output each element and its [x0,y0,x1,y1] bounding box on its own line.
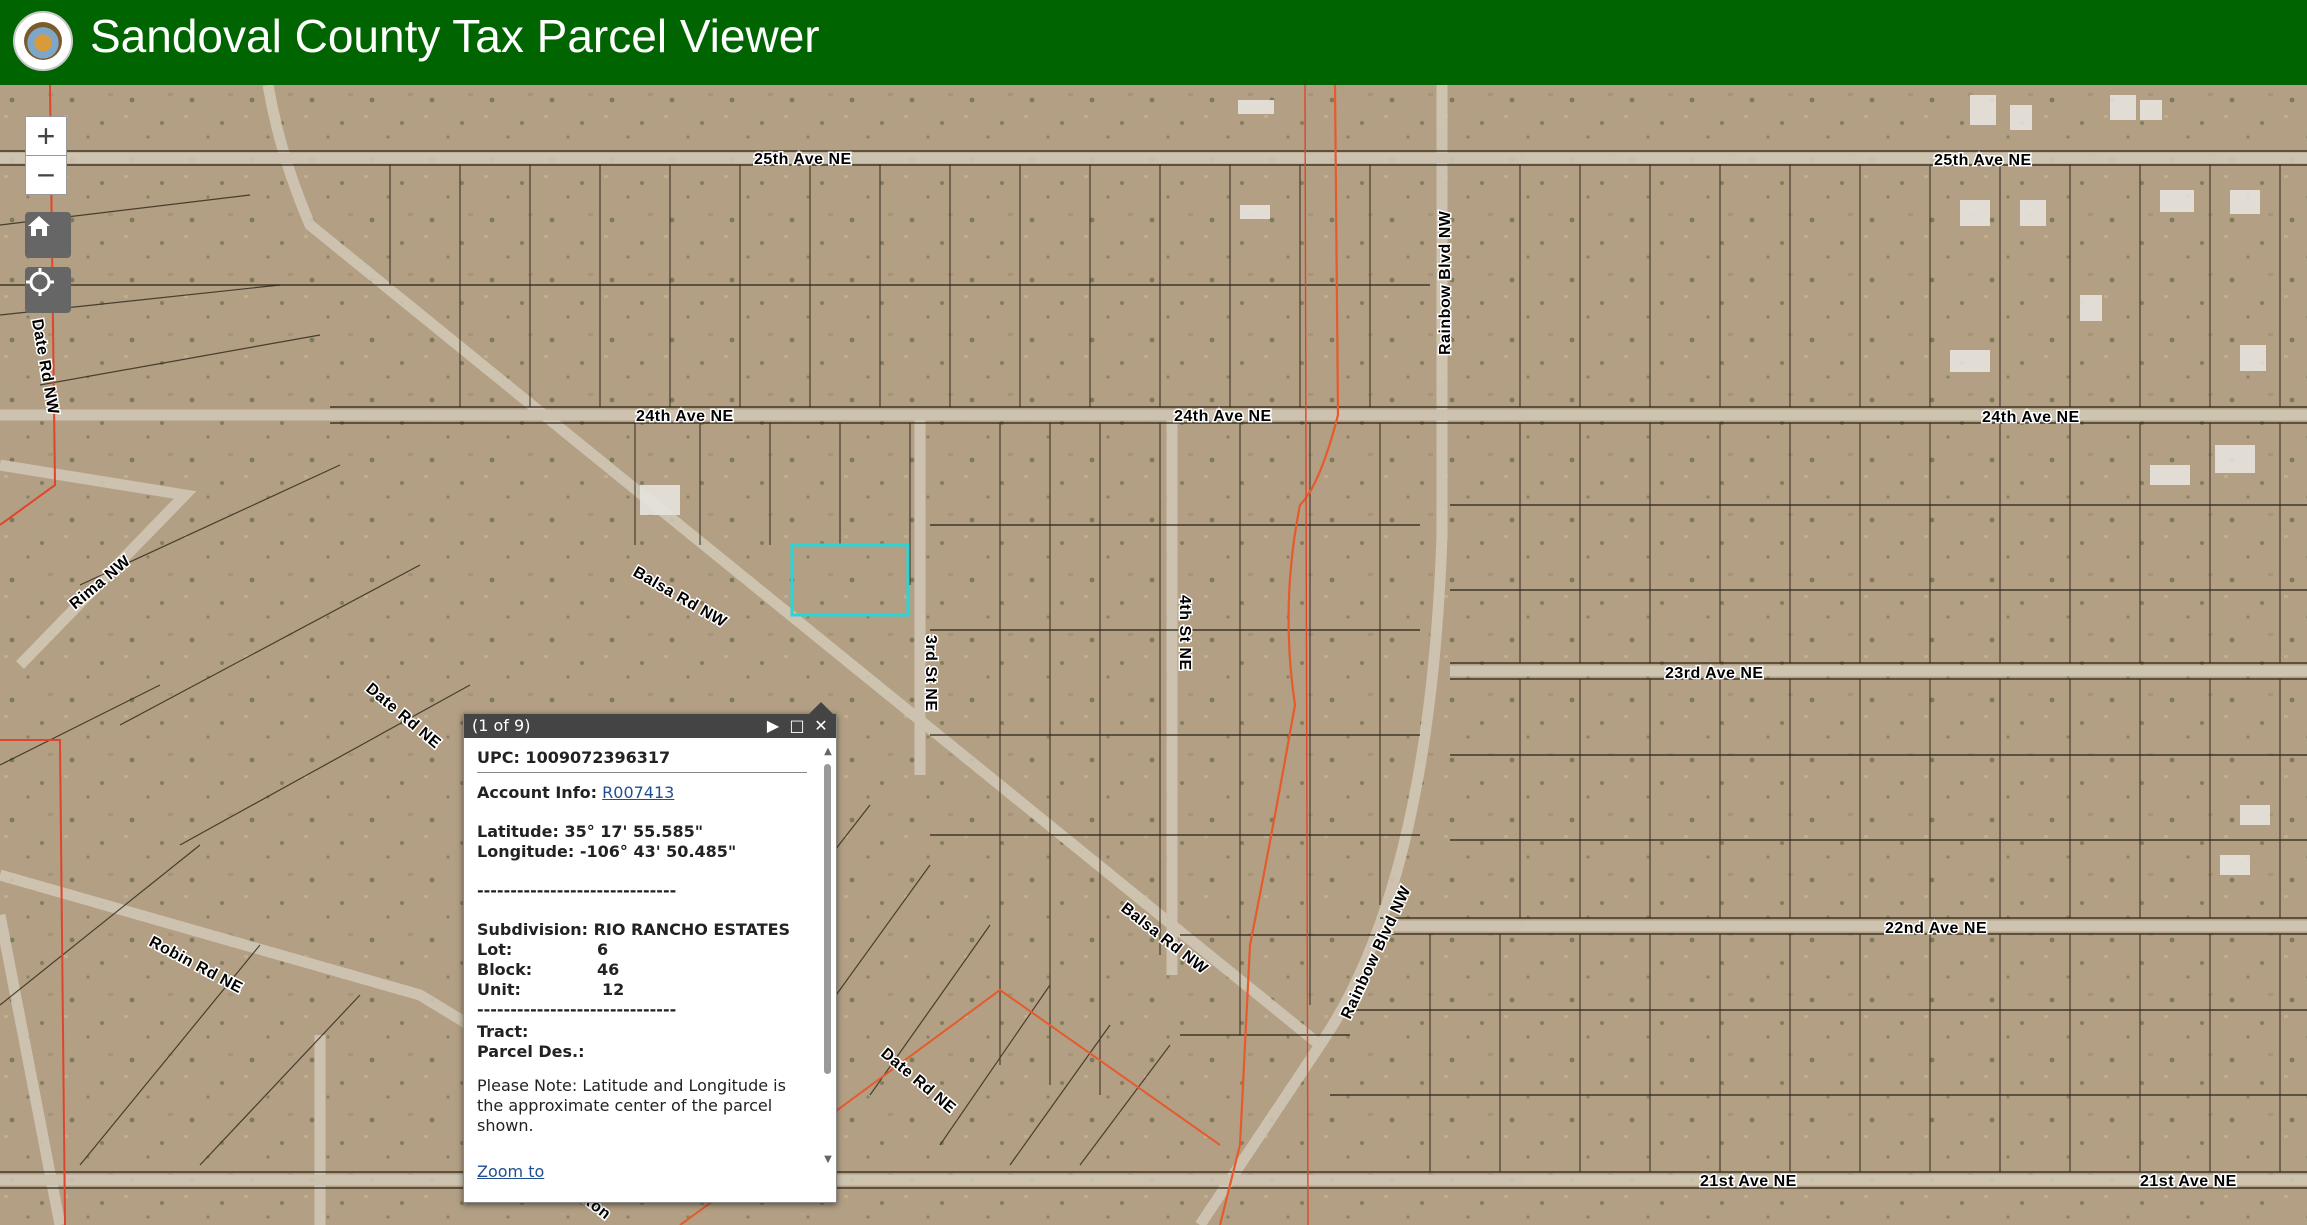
latitude-text: Latitude: 35° 17' 55.585" [477,822,704,841]
longitude-text: Longitude: -106° 43' 50.485" [477,842,737,861]
locate-icon [26,268,54,296]
road-label-3rd-st: 3rd St NE [922,635,939,712]
map-view[interactable]: 25th Ave NE 25th Ave NE 24th Ave NE 24th… [0,85,2307,1225]
road-label-23rd-ave: 23rd Ave NE [1665,665,1764,682]
app: Sandoval County Tax Parcel Viewer 25th A… [0,0,2307,1225]
zoom-out-button[interactable]: − [25,155,67,195]
road-label-24th-ave-c: 24th Ave NE [1982,409,2080,426]
popup-scrollbar[interactable]: ▲ ▼ [822,746,834,1166]
county-seal-icon [13,11,73,71]
divider-text: ------------------------------ [477,881,677,900]
unit-value: 12 [602,980,625,999]
upc-value: UPC: 1009072396317 [477,748,671,767]
scroll-up-icon[interactable]: ▲ [822,746,834,758]
popup-divider-line [477,772,807,773]
zoom-in-button[interactable]: + [25,116,67,156]
popup-titlebar: (1 of 9) ▶ □ ✕ [464,714,836,738]
tract-label: Tract: [477,1022,529,1041]
lat-long-note: Please Note: Latitude and Longitude is t… [477,1076,786,1135]
home-button[interactable] [25,212,71,258]
scroll-down-icon[interactable]: ▼ [822,1154,834,1166]
lot-label: Lot: [477,940,513,959]
road-label-22nd-ave: 22nd Ave NE [1885,920,1987,937]
maximize-icon[interactable]: □ [787,716,807,736]
map-canvas[interactable]: 25th Ave NE 25th Ave NE 24th Ave NE 24th… [0,85,2307,1225]
account-info-label: Account Info: [477,783,598,802]
road-label-4th-st: 4th St NE [1176,595,1193,671]
popup-counter: (1 of 9) [472,716,531,735]
app-title: Sandoval County Tax Parcel Viewer [90,10,820,62]
parcel-des-label: Parcel Des.: [477,1042,585,1061]
home-icon [28,216,50,236]
locate-button[interactable] [25,267,71,313]
subdivision-text: Subdivision: RIO RANCHO ESTATES [477,920,791,939]
account-info-link[interactable]: R007413 [602,783,674,802]
road-label-24th-ave-b: 24th Ave NE [1174,408,1272,425]
unit-label: Unit: [477,980,521,999]
close-icon[interactable]: ✕ [811,716,831,736]
road-label-25th-ave-left: 25th Ave NE [754,151,852,168]
zoom-to-link[interactable]: Zoom to [477,1162,544,1181]
scroll-thumb[interactable] [824,764,831,1074]
road-label-21st-ave-b: 21st Ave NE [2140,1173,2237,1190]
popup-pointer [809,702,833,714]
divider-text-2: ------------------------------ [477,1000,677,1019]
block-value: 46 [597,960,620,979]
road-label-24th-ave-a: 24th Ave NE [636,408,734,425]
block-label: Block: [477,960,533,979]
next-icon[interactable]: ▶ [763,716,783,736]
parcel-info-popup[interactable]: (1 of 9) ▶ □ ✕ UPC: 1009072396317 Accoun… [463,702,837,1203]
road-label-rainbow-top: Rainbow Blvd NW [1437,210,1454,355]
lot-value: 6 [597,940,609,959]
popup-content: UPC: 1009072396317 Account Info: R007413… [477,748,817,1182]
road-label-25th-ave-right: 25th Ave NE [1934,152,2032,169]
road-label-21st-ave-a: 21st Ave NE [1700,1173,1797,1190]
app-header: Sandoval County Tax Parcel Viewer [0,0,2307,85]
